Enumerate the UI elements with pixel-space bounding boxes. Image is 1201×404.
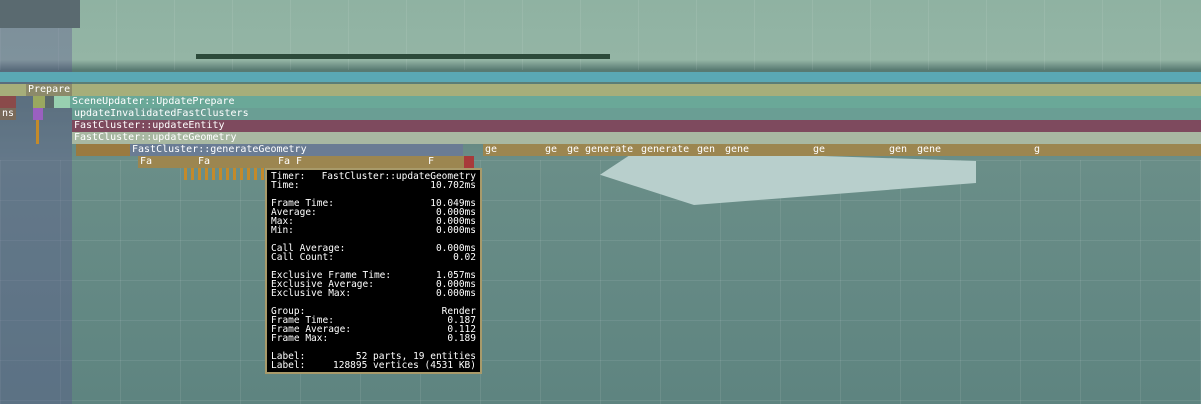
gen-label: generate	[585, 144, 634, 155]
row-update-entity[interactable]: FastCluster::updateEntity	[72, 120, 1201, 132]
tt-value: 0.189	[447, 333, 476, 344]
scene-sky	[0, 0, 1201, 70]
geometry-ticks[interactable]	[76, 144, 130, 156]
tt-label: Time:	[271, 180, 300, 191]
gen-label: generate	[641, 144, 690, 155]
sub-ticks	[184, 168, 264, 180]
row-scene-updater[interactable]: SceneUpdater::UpdatePrepare	[70, 96, 1201, 108]
fa-bar[interactable]: Fa F	[276, 156, 426, 168]
gen-label: gen	[889, 144, 908, 155]
gen-label: ge	[545, 144, 558, 155]
sub-ticks	[36, 120, 39, 144]
tt-label: Exclusive Max:	[271, 288, 352, 299]
scene-floor	[0, 160, 1201, 404]
tt-value: 0.02	[453, 252, 476, 263]
timer-tooltip: Timer: FastCluster::updateGeometry Time: 1…	[265, 168, 482, 374]
left-block[interactable]	[0, 96, 16, 108]
tt-label: Min:	[271, 225, 294, 236]
tt-value: 0.000ms	[435, 288, 476, 299]
gen-label: ge	[485, 144, 498, 155]
scene-platform	[196, 54, 610, 59]
tt-label: Label:	[271, 360, 306, 371]
tt-label: Frame Max:	[271, 333, 329, 344]
left-block[interactable]	[33, 96, 45, 108]
fa-bar[interactable]: Fa	[138, 156, 196, 168]
left-block[interactable]	[33, 108, 43, 120]
row-prepare[interactable]: Prepare	[26, 84, 72, 96]
frame-bar[interactable]	[0, 72, 1201, 82]
row-update-geometry[interactable]: FastCluster::updateGeometry	[72, 132, 1201, 144]
gen-label: gen	[697, 144, 716, 155]
left-block[interactable]	[45, 96, 54, 108]
fa-bar-red[interactable]	[464, 156, 474, 168]
profiler-corner	[0, 0, 80, 28]
tt-value: 0.000ms	[435, 225, 476, 236]
gen-label: ge	[813, 144, 826, 155]
row-generate-geometry[interactable]: FastCluster::generateGeometry	[130, 144, 463, 156]
gen-label: g	[1034, 144, 1041, 155]
tt-value: 10.702ms	[430, 180, 476, 191]
row-generate-geometry-repeats[interactable]: ge ge ge generate generate gen gene ge g…	[483, 144, 1201, 156]
profiler-left-pane	[0, 0, 72, 404]
gen-label: gene	[725, 144, 750, 155]
left-block[interactable]	[54, 96, 70, 108]
gen-label: gene	[917, 144, 942, 155]
fa-bar[interactable]: F	[426, 156, 464, 168]
left-label: ns	[0, 108, 16, 120]
tt-value: 128895 vertices (4531 KB)	[333, 360, 476, 371]
row-prepare-bg	[0, 84, 1201, 96]
row-update-invalidated[interactable]: updateInvalidatedFastClusters	[72, 108, 1201, 120]
gen-label: ge	[567, 144, 580, 155]
fa-bar[interactable]: Fa	[196, 156, 276, 168]
tt-label: Call Count:	[271, 252, 334, 263]
